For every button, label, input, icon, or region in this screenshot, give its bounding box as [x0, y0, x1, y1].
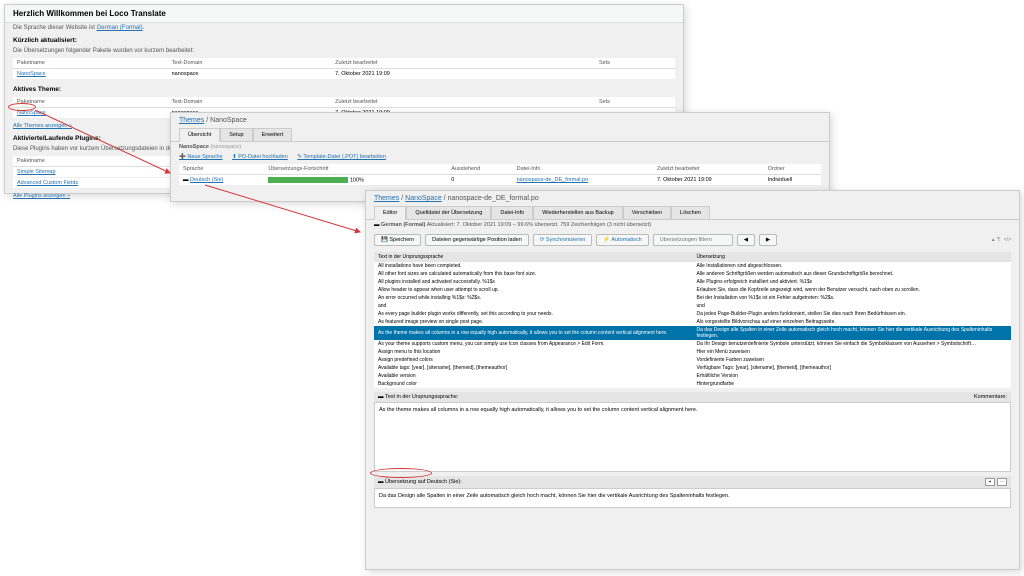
recent-heading: Kürzlich aktualisiert: [5, 33, 683, 46]
breadcrumb: Themes / NanoSpace [171, 113, 829, 128]
flag-de-icon: ▬ [378, 479, 384, 485]
table-row[interactable]: Background colorHintergrundfarbe [374, 380, 1011, 388]
filter-input[interactable] [653, 234, 733, 246]
pkg-link[interactable]: NanoSpace [17, 71, 46, 77]
upload-po-link[interactable]: ⬆ PO-Datei hochladen [232, 154, 288, 160]
welcome-title: Herzlich Willkommen bei Loco Translate [5, 5, 683, 23]
lang-row-link[interactable]: Deutsch (Sie) [190, 177, 223, 183]
tab-setup[interactable]: Setup [220, 128, 252, 141]
editor-toolbar: 💾 Speichern Dateien gegenwärtige Positio… [366, 230, 1019, 250]
target-text[interactable]: Da das Design alle Spalten in einer Zeil… [374, 488, 1011, 508]
table-row[interactable]: Assign predefined colorsVordefinierte Fa… [374, 356, 1011, 364]
theme-detail-panel: Themes / NanoSpace Übersicht Setup Erwei… [170, 112, 830, 202]
lang-table: SpracheÜbersetzungs-FortschrittAusstehen… [179, 164, 821, 186]
table-row[interactable]: As your theme supports custom menu, you … [374, 340, 1011, 348]
prev-button[interactable]: ◀ [737, 234, 755, 246]
table-row[interactable]: Allow header to appear when user attempt… [374, 286, 1011, 294]
tabs: Übersicht Setup Erweitert [171, 128, 829, 142]
table-row[interactable]: Available tags: [year], [sitename], [the… [374, 364, 1011, 372]
suggest-btn[interactable]: ⋯ [997, 478, 1007, 486]
sync-button[interactable]: ⟳ Synchronisieren [533, 234, 593, 246]
progress-bar [268, 177, 348, 183]
edit-pot-link[interactable]: ✎ Template-Datei (.POT) bearbeiten [297, 154, 386, 160]
tab-overview[interactable]: Übersicht [179, 128, 220, 142]
lang-link[interactable]: German (Formal) [97, 25, 143, 31]
new-lang-link[interactable]: ➕ Neue Sprache [179, 154, 223, 160]
code-icon: </> [1004, 237, 1011, 243]
editor-panel: Themes / NanoSpace / nanospace-de_DE_for… [365, 190, 1020, 570]
table-row[interactable]: Available versionErhältliche Version [374, 372, 1011, 380]
recent-table: PaketnameText-DomainZuletzt bearbeitetSe… [13, 58, 675, 80]
table-row[interactable]: An error occurred while installing %1$s:… [374, 294, 1011, 302]
breadcrumb: Themes / NanoSpace / nanospace-de_DE_for… [366, 191, 1019, 206]
table-row[interactable]: As every page builder plugin works diffe… [374, 310, 1011, 318]
table-row[interactable]: Assign menu to this locationHier ein Men… [374, 348, 1011, 356]
editor-status: ▬ German (Formal) Aktualisiert: 7. Oktob… [366, 220, 1019, 230]
table-row[interactable]: All installations have been completed.Al… [374, 262, 1011, 270]
editor-tabs: Editor Quelldatei der Übersetzung Datei-… [366, 206, 1019, 220]
active-theme-heading: Aktives Theme: [5, 82, 683, 95]
table-row[interactable]: As the theme makes all columns in a row … [374, 326, 1011, 340]
invisible-icon: ▲ ¶ [991, 237, 1000, 243]
revert-button[interactable]: Dateien gegenwärtige Position laden [425, 234, 529, 246]
flag-de-icon: ▬ [374, 222, 380, 228]
table-row[interactable]: andund [374, 302, 1011, 310]
flag-de-icon: ▬ [183, 177, 189, 183]
theme-actions: ➕ Neue Sprache ⬆ PO-Datei hochladen ✎ Te… [171, 152, 829, 162]
source-text: As the theme makes all columns in a row … [374, 402, 1011, 472]
save-button[interactable]: 💾 Speichern [374, 234, 421, 246]
tab-editor[interactable]: Editor [374, 206, 406, 220]
auto-button[interactable]: ⚡ Automatisch [596, 234, 648, 246]
table-row[interactable]: All plugins installed and activated succ… [374, 278, 1011, 286]
table-row[interactable]: As featured image preview on single post… [374, 318, 1011, 326]
next-button[interactable]: ▶ [759, 234, 777, 246]
welcome-subtitle: Die Sprache dieser Website ist German (F… [5, 23, 683, 33]
flag-uk-icon: ▬ [378, 394, 384, 400]
theme-link[interactable]: NanoSpace [17, 110, 46, 116]
tab-advanced[interactable]: Erweitert [253, 128, 293, 141]
edit-area: ▬ Text in der Ursprungssprache: Kommenta… [374, 392, 1011, 508]
table-row[interactable]: All other font sizes are calculated auto… [374, 270, 1011, 278]
comments-label: Kommentare: [974, 394, 1007, 400]
translation-table[interactable]: Text in der UrsprungsspracheÜbersetzung … [374, 252, 1011, 388]
toggle-btn[interactable]: ✦ [985, 478, 995, 486]
